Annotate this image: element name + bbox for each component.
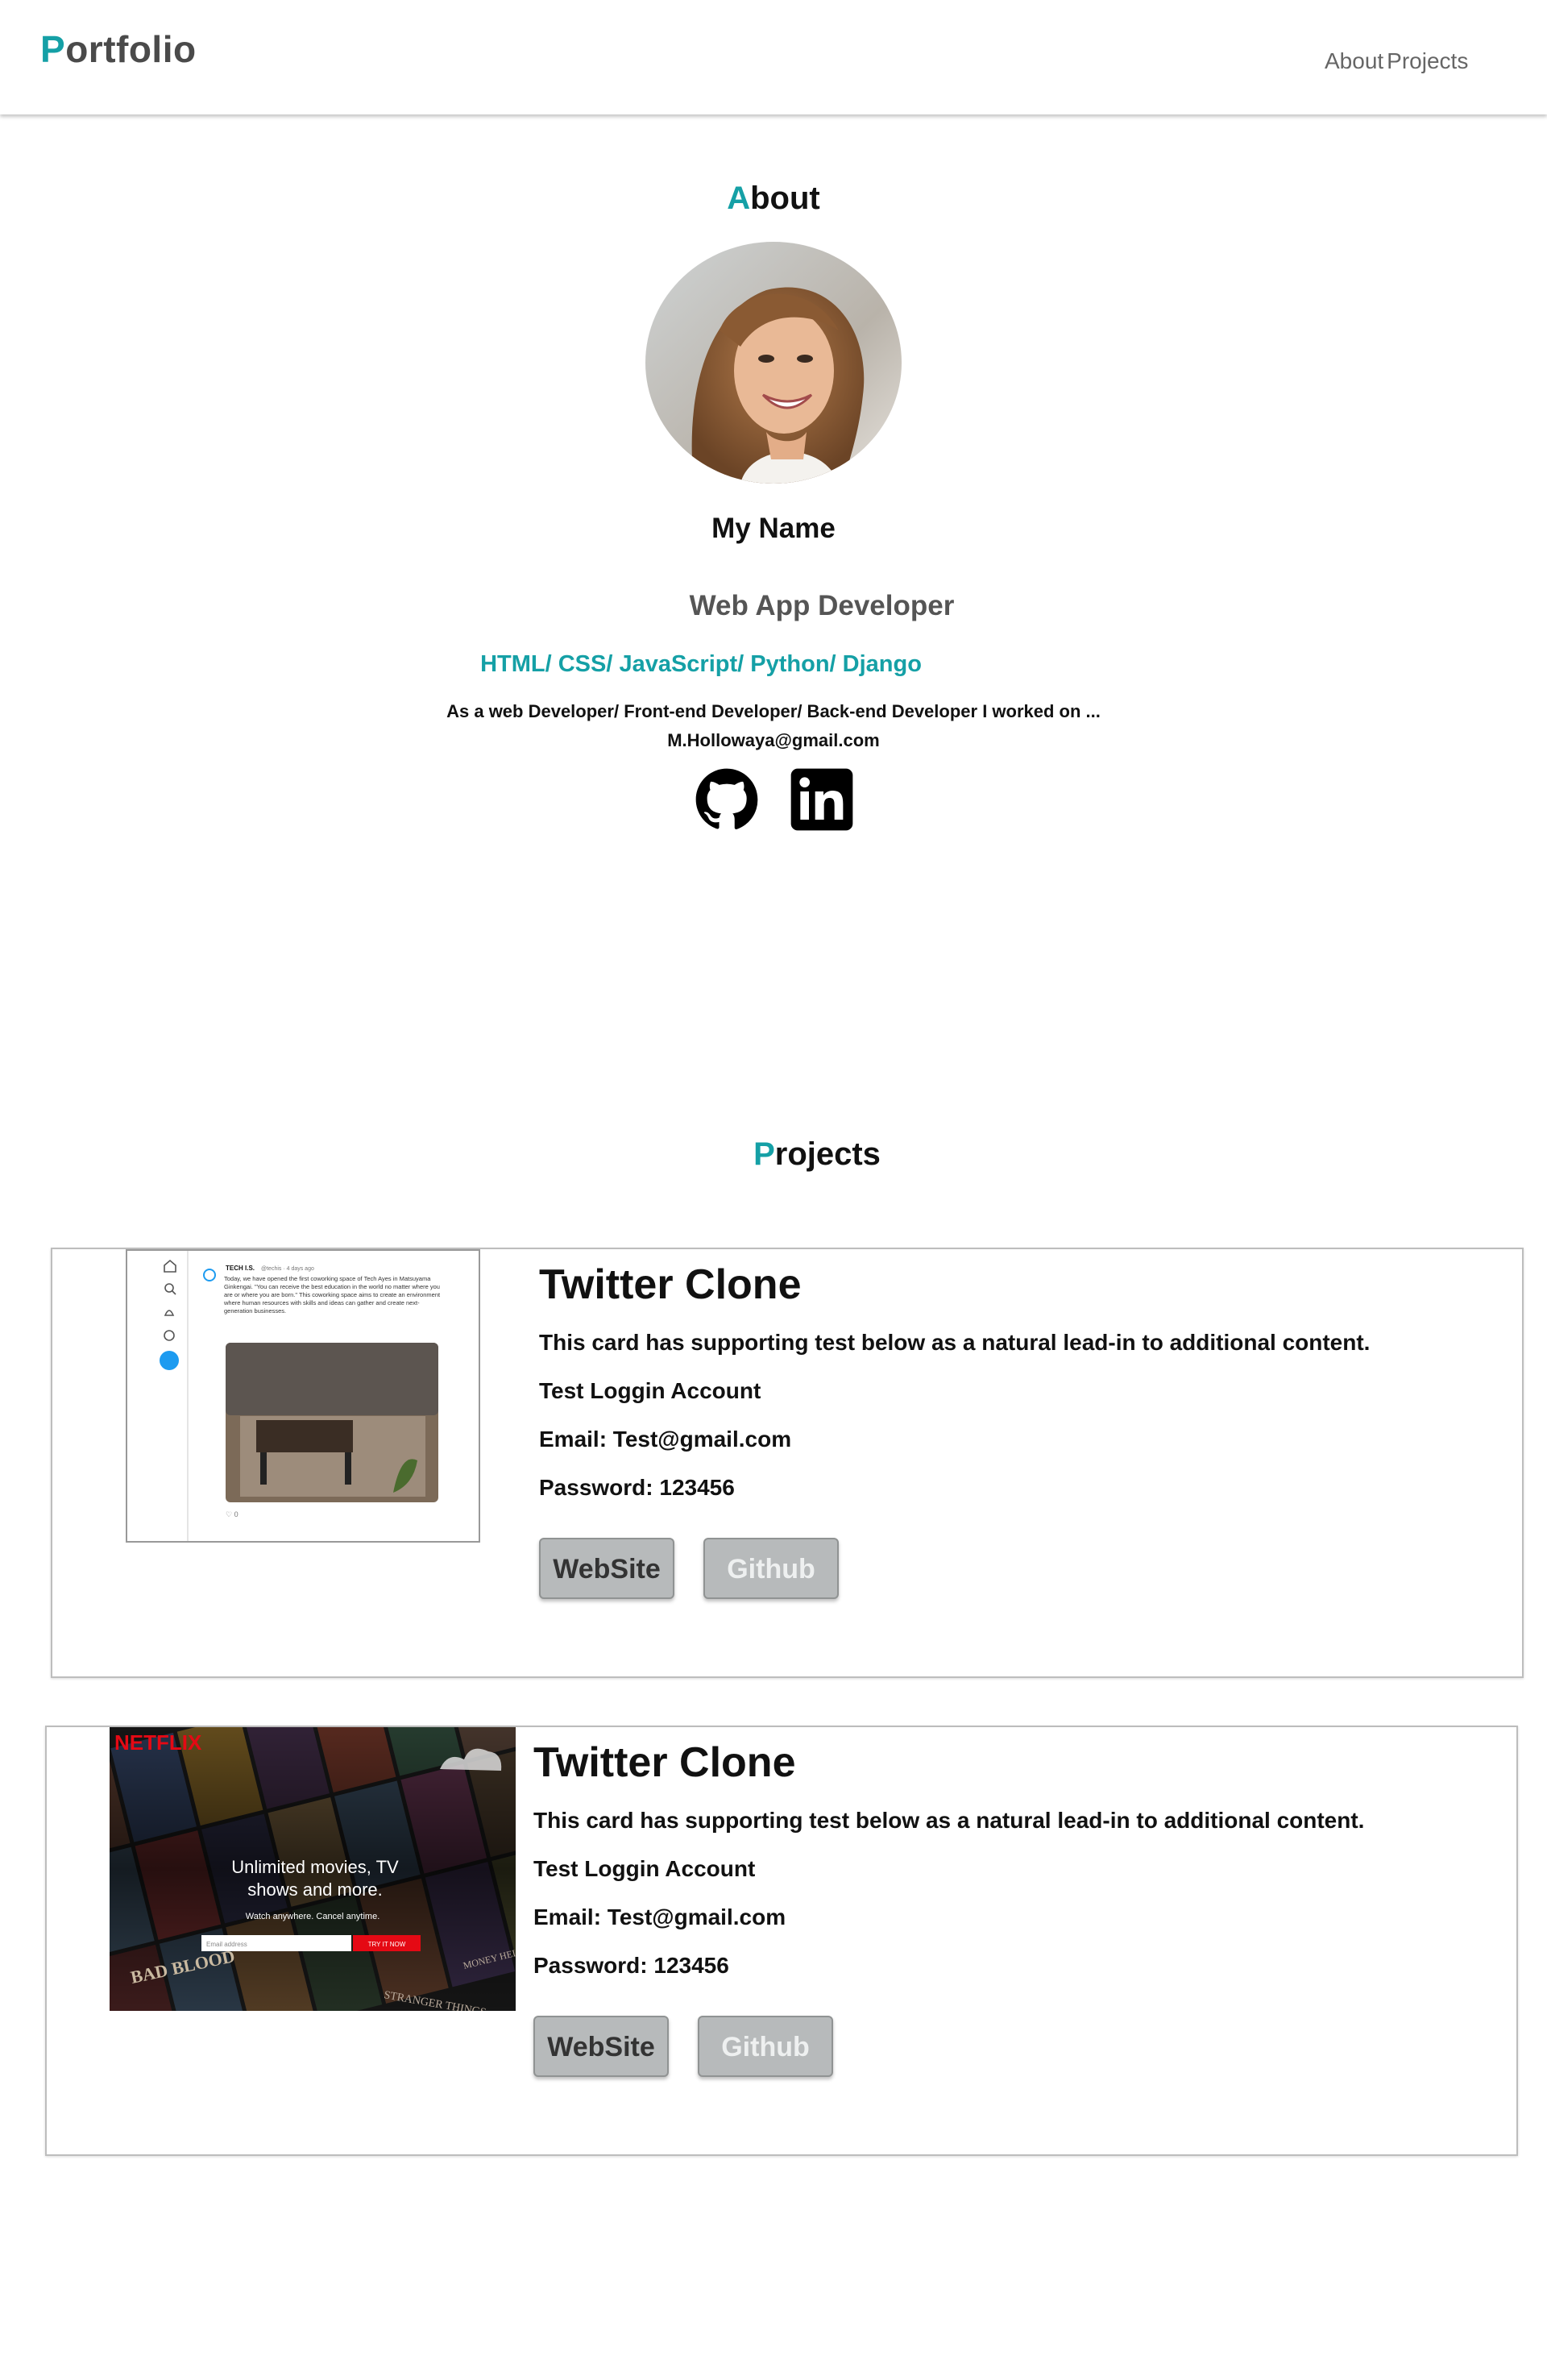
nav-link-projects[interactable]: Projects [1387, 48, 1468, 73]
nav-links: About Projects [1325, 48, 1468, 74]
projects-heading-rest: rojects [774, 1136, 881, 1172]
project-test-password: Password: 123456 [539, 1475, 735, 1500]
projects-heading-initial: P [753, 1136, 775, 1172]
project-test-email: Email: Test@gmail.com [539, 1427, 792, 1452]
project-title: Twitter Clone [539, 1261, 802, 1308]
brand-logo[interactable]: Portfolio [40, 27, 197, 71]
projects-heading: Projects [44, 1136, 1547, 1173]
nav-link-about[interactable]: About [1325, 48, 1383, 73]
netflix-email-placeholder: Email address [206, 1941, 247, 1948]
project-description: This card has supporting test below as a… [533, 1808, 1365, 1833]
netflix-headline: Unlimited movies, TV shows and more. [231, 1857, 399, 1900]
project-card: NETFLIX BAD BLOOD STRANGER THINGS MONEY … [45, 1726, 1518, 2156]
profile-photo [645, 242, 902, 484]
project-card-body: Twitter Clone This card has supporting t… [539, 1261, 1371, 1599]
avatar [645, 242, 902, 484]
project-buttons: WebSite Github [539, 1538, 1022, 1602]
project-screenshot: TECH I.S. @techis · 4 days ago Today, we… [126, 1249, 480, 1543]
project-buttons: WebSite Github [533, 2016, 1017, 2080]
linkedin-icon[interactable] [790, 767, 854, 832]
netflix-cta-label: TRY IT NOW [368, 1941, 406, 1948]
about-heading: About [0, 181, 1547, 217]
about-heading-rest: bout [750, 181, 820, 216]
project-screenshot: NETFLIX BAD BLOOD STRANGER THINGS MONEY … [110, 1727, 516, 2011]
top-navbar: Portfolio About Projects [0, 0, 1547, 114]
project-test-password: Password: 123456 [533, 1953, 729, 1978]
brand-rest: ortfolio [65, 28, 197, 70]
website-button[interactable]: WebSite [533, 2016, 669, 2077]
tweet-handle: @techis · 4 days ago [261, 1266, 314, 1272]
netflix-sub: Watch anywhere. Cancel anytime. [246, 1912, 380, 1921]
github-button[interactable]: Github [698, 2016, 833, 2077]
project-title: Twitter Clone [533, 1739, 796, 1786]
project-test-email: Email: Test@gmail.com [533, 1904, 786, 1929]
profile-bio: As a web Developer/ Front-end Developer/… [446, 701, 1101, 721]
project-test-account: Test Loggin Account [539, 1378, 761, 1403]
profile-name: My Name [711, 513, 836, 544]
tweet-like-count: ♡ 0 [226, 1510, 238, 1518]
project-test-account: Test Loggin Account [533, 1856, 756, 1881]
profile-skills: HTML/ CSS/ JavaScript/ Python/ Django [480, 651, 922, 677]
tweet-text: Today, we have opened the first coworkin… [224, 1275, 441, 1315]
website-button[interactable]: WebSite [539, 1538, 674, 1599]
profile-role: Web App Developer [689, 590, 955, 621]
project-card: TECH I.S. @techis · 4 days ago Today, we… [51, 1248, 1524, 1678]
project-card-body: Twitter Clone This card has supporting t… [533, 1738, 1365, 2077]
tweet-user: TECH I.S. [226, 1265, 255, 1272]
project-description: This card has supporting test below as a… [539, 1330, 1371, 1355]
brand-initial: P [40, 28, 66, 70]
netflix-logo: NETFLIX [114, 1730, 202, 1755]
about-heading-initial: A [727, 181, 751, 216]
github-button[interactable]: Github [703, 1538, 839, 1599]
github-icon[interactable] [695, 767, 759, 832]
profile-email: M.Hollowaya@gmail.com [667, 730, 880, 750]
social-links [695, 767, 856, 832]
